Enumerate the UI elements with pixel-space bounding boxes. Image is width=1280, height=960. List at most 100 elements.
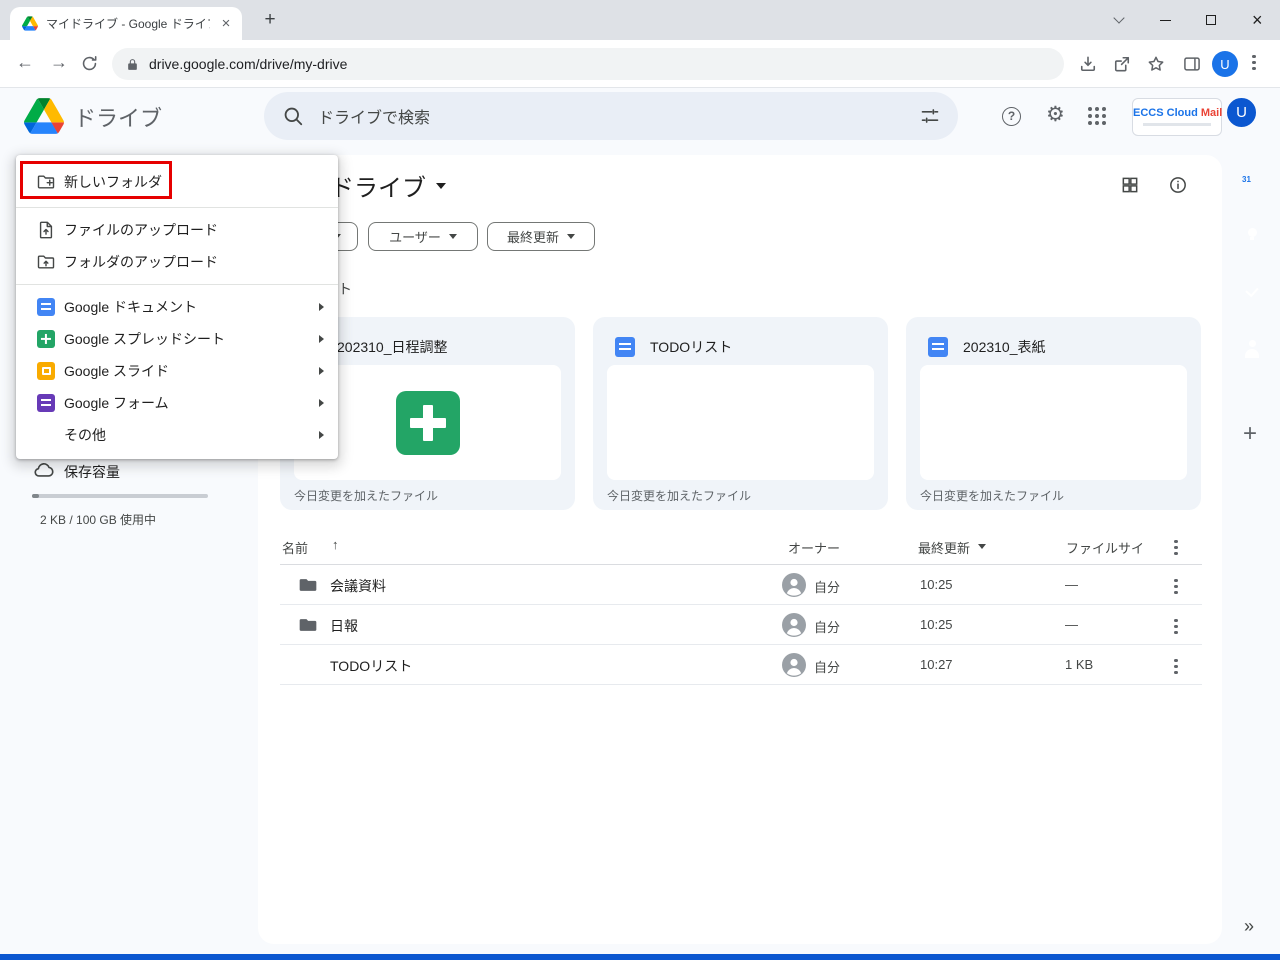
column-name[interactable]: 名前 [282, 538, 308, 557]
suggested-card[interactable]: 202310_表紙 今日変更を加えたファイル [906, 317, 1201, 510]
cloud-storage-icon [33, 459, 55, 486]
column-size[interactable]: ファイルサイ [1066, 538, 1144, 557]
back-icon[interactable]: ← [16, 52, 34, 73]
menu-item-folder-upload[interactable]: フォルダのアップロード [16, 246, 338, 278]
tab-search-icon[interactable] [1096, 0, 1142, 40]
submenu-arrow-icon [319, 335, 324, 343]
screenshot-root: マイドライブ - Google ドライブ ← → drive.google.co… [0, 0, 1280, 960]
slides-icon [36, 361, 56, 381]
sort-direction-icon[interactable] [978, 544, 986, 549]
collapse-side-panel-icon[interactable] [1244, 916, 1254, 937]
search-placeholder[interactable]: ドライブで検索 [318, 104, 430, 128]
chip-label: 最終更新 [507, 227, 559, 246]
chevron-down-icon [449, 234, 457, 239]
menu-item-google-docs[interactable]: Google ドキュメント [16, 291, 338, 323]
submenu-arrow-icon [319, 303, 324, 311]
address-bar[interactable]: drive.google.com/drive/my-drive [112, 48, 1064, 80]
info-icon[interactable] [1168, 175, 1188, 200]
browser-menu-icon[interactable] [1252, 52, 1256, 73]
chevron-down-icon [567, 234, 575, 239]
browser-navbar: ← → drive.google.com/drive/my-drive U [0, 40, 1280, 88]
share-icon[interactable] [1112, 54, 1132, 79]
storage-progress-fill [32, 494, 39, 498]
menu-item-google-slides[interactable]: Google スライド [16, 355, 338, 387]
file-thumbnail[interactable] [607, 365, 874, 480]
side-panel-icon[interactable] [1182, 54, 1202, 79]
card-title[interactable]: 202310_日程調整 [337, 337, 448, 357]
menu-item-file-upload[interactable]: ファイルのアップロード [16, 214, 338, 246]
menu-item-label: フォルダのアップロード [64, 252, 218, 272]
maximize-button[interactable] [1188, 0, 1234, 40]
settings-gear-icon[interactable] [1046, 105, 1065, 125]
column-modified[interactable]: 最終更新 [918, 538, 970, 557]
submenu-arrow-icon [319, 399, 324, 407]
submenu-arrow-icon [319, 367, 324, 375]
owner-avatar [782, 653, 806, 682]
more-options-icon[interactable] [1174, 656, 1178, 677]
column-owner[interactable]: オーナー [788, 538, 840, 557]
browser-tab[interactable]: マイドライブ - Google ドライブ [10, 7, 242, 40]
search-icon[interactable] [282, 105, 304, 127]
browser-titlebar: マイドライブ - Google ドライブ [0, 0, 1280, 40]
card-reason: 今日変更を加えたファイル [607, 487, 751, 504]
card-title[interactable]: 202310_表紙 [963, 337, 1046, 357]
menu-divider [16, 284, 338, 285]
chevron-down-icon[interactable] [436, 183, 446, 189]
filter-chip-modified[interactable]: 最終更新 [487, 222, 595, 251]
bookmark-star-icon[interactable] [1146, 54, 1166, 79]
docs-file-icon [928, 337, 948, 357]
chip-label: ユーザー [389, 227, 441, 246]
file-name[interactable]: 日報 [330, 616, 358, 636]
file-row[interactable]: 会議資料 自分 10:25 — [280, 565, 1202, 605]
new-tab-button[interactable] [258, 9, 282, 33]
drive-search-bar[interactable]: ドライブで検索 [264, 92, 958, 140]
new-item-menu: 新しいフォルダ ファイルのアップロード フォルダのアップロード Google ド… [16, 155, 338, 459]
menu-item-google-forms[interactable]: Google フォーム [16, 387, 338, 419]
sheets-icon [36, 329, 56, 349]
browser-profile-avatar[interactable]: U [1212, 51, 1238, 77]
storage-label[interactable]: 保存容量 [64, 462, 120, 482]
forms-icon [36, 393, 56, 413]
file-thumbnail[interactable] [920, 365, 1187, 480]
menu-item-google-sheets[interactable]: Google スプレッドシート [16, 323, 338, 355]
menu-item-label: Google スライド [64, 361, 169, 381]
owner-avatar [782, 573, 806, 602]
menu-item-label: Google ドキュメント [64, 297, 197, 317]
url-text[interactable]: drive.google.com/drive/my-drive [149, 56, 347, 72]
suggested-card[interactable]: TODOリスト 今日変更を加えたファイル [593, 317, 888, 510]
more-options-icon[interactable] [1174, 616, 1178, 637]
grid-view-toggle-icon[interactable] [1120, 175, 1140, 200]
download-icon[interactable] [1078, 54, 1098, 79]
sort-ascending-icon[interactable] [332, 537, 339, 552]
drive-logo[interactable] [24, 98, 64, 139]
reload-icon[interactable] [80, 54, 99, 78]
file-size: 1 KB [1065, 657, 1093, 672]
file-table-header: 名前 オーナー 最終更新 ファイルサイ [280, 527, 1202, 565]
file-name[interactable]: 会議資料 [330, 576, 386, 596]
file-row[interactable]: 日報 自分 10:25 — [280, 605, 1202, 645]
file-modified: 10:27 [920, 657, 953, 672]
search-options-icon[interactable] [920, 106, 940, 126]
account-avatar[interactable]: U [1225, 96, 1258, 129]
eccs-mail-badge[interactable]: ECCS Cloud Mail [1132, 98, 1222, 136]
tab-close-icon[interactable] [218, 16, 234, 32]
menu-item-more[interactable]: その他 [16, 419, 338, 451]
filter-chip-people[interactable]: ユーザー [368, 222, 478, 251]
menu-item-label: Google スプレッドシート [64, 329, 225, 349]
more-options-icon[interactable] [1174, 576, 1178, 597]
docs-file-icon [615, 337, 635, 357]
help-icon[interactable] [1002, 107, 1021, 126]
drive-header: ドライブ ドライブで検索 ECCS Cloud Mail U [0, 88, 1280, 146]
forward-icon[interactable]: → [50, 52, 68, 73]
card-title[interactable]: TODOリスト [650, 337, 732, 357]
google-apps-icon[interactable] [1088, 107, 1106, 125]
file-size: — [1065, 617, 1078, 632]
more-options-icon[interactable] [1174, 537, 1178, 558]
lock-icon [126, 58, 139, 71]
file-name[interactable]: TODOリスト [330, 656, 412, 676]
get-addons-icon[interactable] [1243, 420, 1257, 448]
file-row[interactable]: TODOリスト 自分 10:27 1 KB [280, 645, 1202, 685]
close-button[interactable] [1234, 0, 1280, 40]
menu-item-new-folder[interactable]: 新しいフォルダ [16, 163, 338, 201]
minimize-button[interactable] [1142, 0, 1188, 40]
